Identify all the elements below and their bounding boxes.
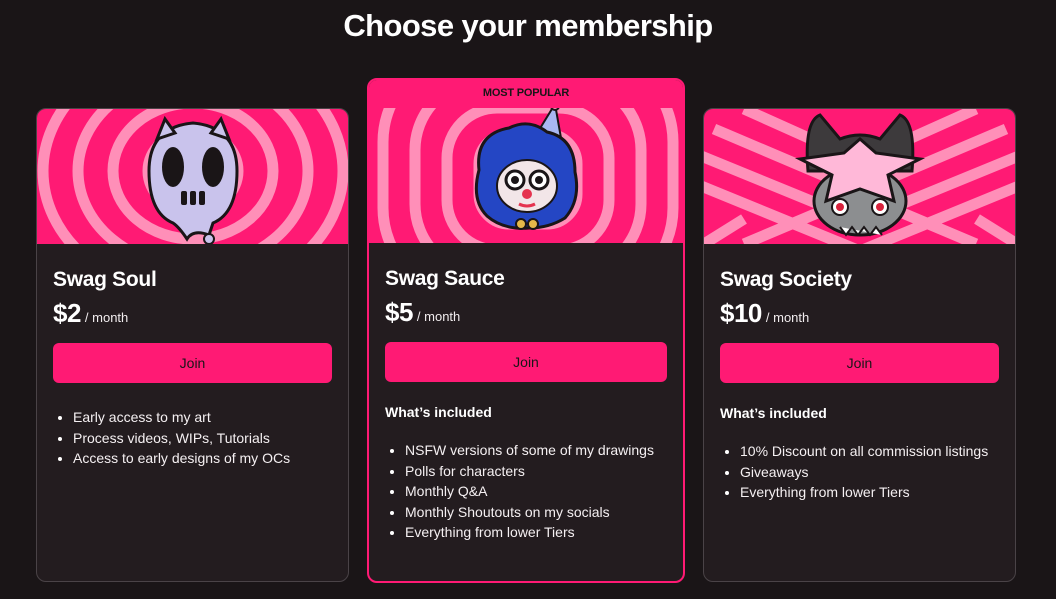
- tier-name: Swag Sauce: [385, 267, 505, 290]
- benefit-item: Everything from lower Tiers: [405, 522, 667, 543]
- tier-card-swag-sauce: MOST POPULAR Swag Sauce $5 / month Join …: [367, 78, 685, 583]
- tier-name: Swag Soul: [53, 268, 157, 291]
- benefit-item: Early access to my art: [73, 407, 332, 428]
- tier-card-swag-society: Swag Society $10 / month Join What’s inc…: [703, 108, 1016, 582]
- clown-mascot-icon: [369, 108, 683, 243]
- cat-star-glasses-mascot-icon: [704, 109, 1015, 244]
- tier-image-clown: [369, 108, 683, 243]
- price-row: $5 / month: [385, 297, 667, 328]
- benefits-list: Early access to my art Process videos, W…: [53, 407, 332, 469]
- join-button-swag-soul[interactable]: Join: [53, 343, 332, 383]
- tier-price: $10: [720, 298, 762, 328]
- most-popular-badge: MOST POPULAR: [369, 80, 683, 108]
- price-row: $10 / month: [720, 298, 999, 329]
- ghost-skull-mascot-icon: [37, 109, 348, 244]
- benefit-item: Process videos, WIPs, Tutorials: [73, 428, 332, 449]
- whats-included-heading: What’s included: [385, 404, 492, 420]
- benefit-item: Giveaways: [740, 462, 999, 483]
- benefit-item: Monthly Q&A: [405, 481, 667, 502]
- page-title: Choose your membership: [343, 8, 713, 43]
- whats-included-heading: What’s included: [720, 405, 827, 421]
- tier-name: Swag Society: [720, 268, 852, 291]
- tier-period: / month: [416, 309, 461, 324]
- tier-image-ghost-skull: [37, 109, 348, 244]
- benefit-item: NSFW versions of some of my drawings: [405, 440, 667, 461]
- tier-image-cat-star-glasses: [704, 109, 1015, 244]
- benefits-list: 10% Discount on all commission listings …: [720, 441, 999, 503]
- tier-period: / month: [765, 310, 810, 325]
- tier-period: / month: [84, 310, 129, 325]
- tier-price: $2: [53, 298, 81, 328]
- benefit-item: Polls for characters: [405, 461, 667, 482]
- join-button-swag-society[interactable]: Join: [720, 343, 999, 383]
- join-button-swag-sauce[interactable]: Join: [385, 342, 667, 382]
- price-row: $2 / month: [53, 298, 332, 329]
- benefit-item: 10% Discount on all commission listings: [740, 441, 999, 462]
- tier-price: $5: [385, 297, 413, 327]
- tier-card-swag-soul: Swag Soul $2 / month Join Early access t…: [36, 108, 349, 582]
- benefits-list: NSFW versions of some of my drawings Pol…: [385, 440, 667, 543]
- benefit-item: Everything from lower Tiers: [740, 482, 999, 503]
- benefit-item: Access to early designs of my OCs: [73, 448, 332, 469]
- benefit-item: Monthly Shoutouts on my socials: [405, 502, 667, 523]
